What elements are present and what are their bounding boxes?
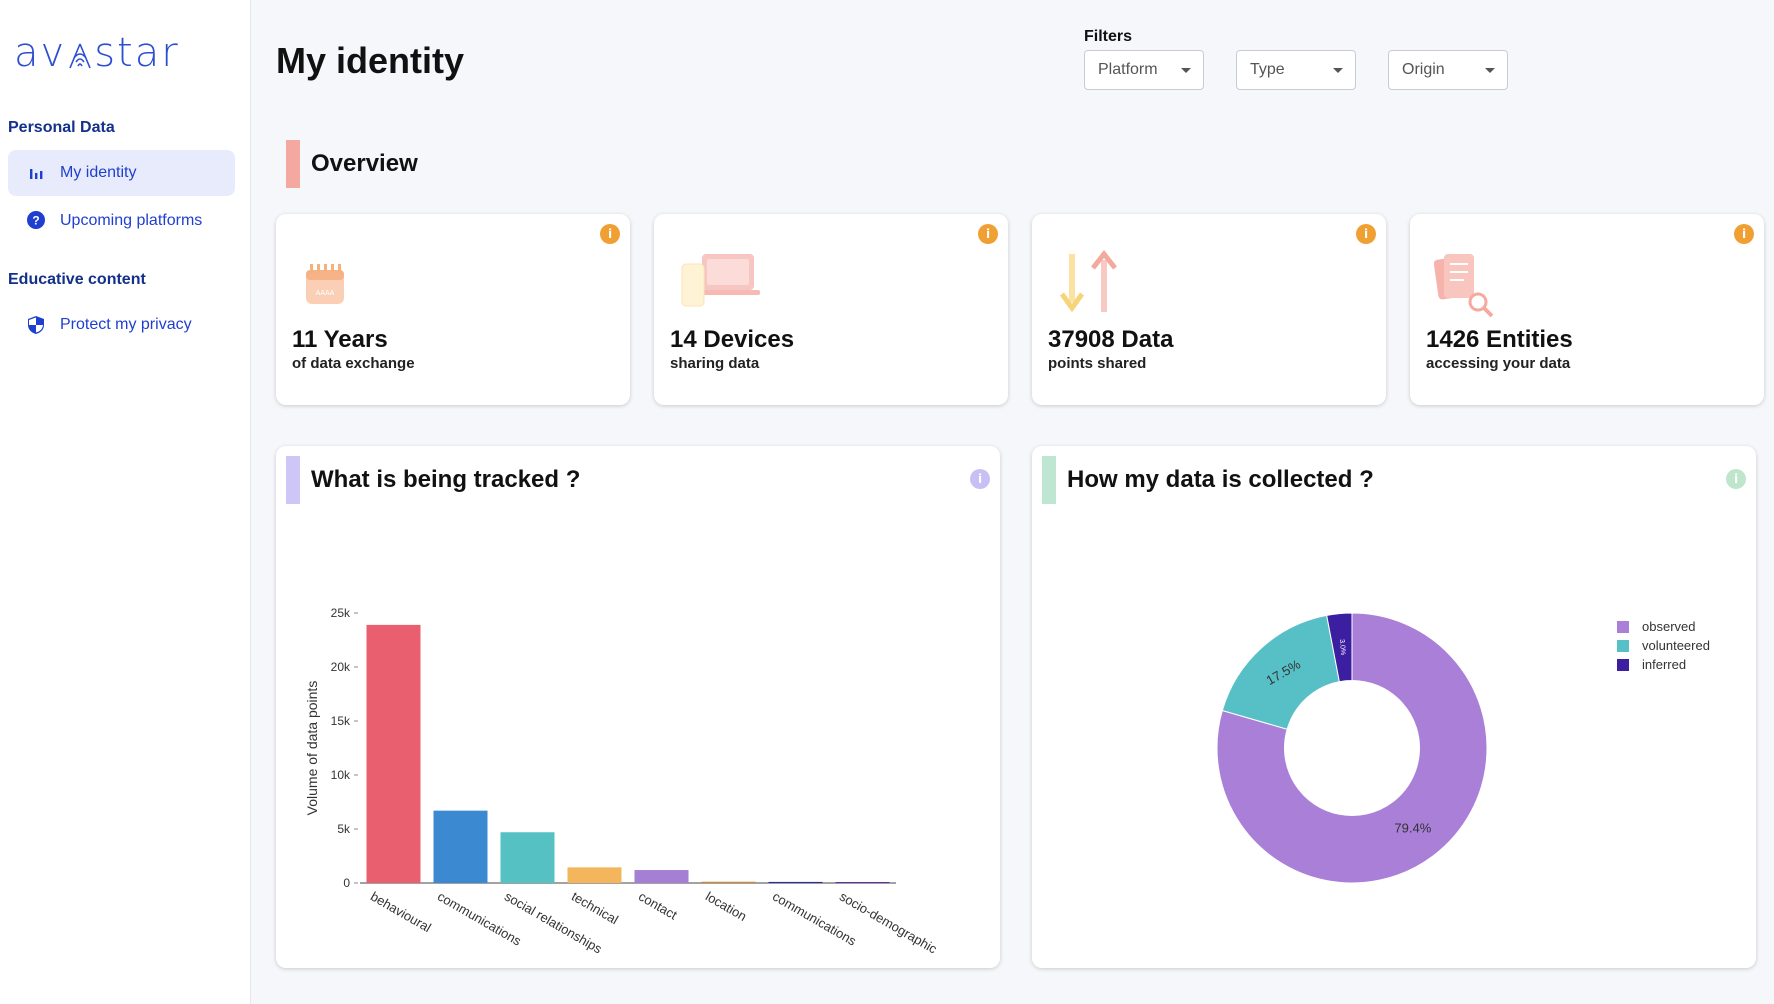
help-circle-icon: ? [26, 211, 46, 231]
bar[interactable] [634, 870, 689, 883]
bar[interactable] [500, 832, 555, 883]
bar-chart: 0 5k 10k 15k 20k 25k Volume of data points beha… [304, 606, 940, 957]
info-icon[interactable]: i [600, 224, 620, 244]
y-tick-label: 10k [331, 768, 351, 782]
bar[interactable] [835, 882, 890, 884]
y-tick-label: 25k [331, 606, 351, 620]
tracked-card: What is being tracked ? i 0 5k 10k 15k 20k 25… [276, 446, 1000, 968]
y-tick-label: 0 [343, 876, 350, 890]
y-tick-label: 15k [331, 714, 351, 728]
slice-label: 79.4% [1394, 820, 1431, 835]
sidebar-item-label: Upcoming platforms [60, 212, 203, 229]
sidebar: av star Personal Data My identity ? Upco… [0, 0, 251, 1004]
bar-chart-icon [26, 163, 46, 183]
calendar-icon: AAAA [300, 250, 390, 320]
bar[interactable] [701, 881, 756, 883]
y-axis-label: Volume of data points [304, 681, 320, 816]
caret-down-icon [1485, 67, 1495, 73]
x-tick-label: contact [636, 889, 680, 923]
select-value: Type [1250, 61, 1285, 78]
bar[interactable] [433, 810, 488, 883]
stat-value: 37908 Data [1048, 326, 1174, 353]
origin-select[interactable]: Origin [1388, 50, 1508, 90]
stat-value: 14 Devices [670, 326, 795, 353]
shield-icon [26, 315, 46, 335]
section-educative-content: Educative content [8, 271, 146, 288]
stat-value: 1426 Entities [1426, 326, 1573, 353]
caret-down-icon [1181, 67, 1191, 73]
logo-text: av [14, 30, 67, 76]
legend-swatch [1617, 640, 1629, 652]
legend-label[interactable]: inferred [1642, 657, 1686, 672]
x-tick-label: behavioural [368, 889, 434, 936]
arrows-exchange-icon [1056, 249, 1146, 320]
legend-label[interactable]: observed [1642, 619, 1695, 634]
x-tick-label: location [703, 889, 749, 924]
document-search-icon [1433, 250, 1524, 320]
fingerprint-icon [67, 34, 93, 69]
overview-header: Overview [286, 140, 418, 188]
donut-chart: 79.4%17.5%3.0%observedvolunteeredinferre… [1216, 612, 1710, 884]
stat-card-entities: i 1426 Entities accessing your data [1410, 214, 1764, 405]
info-icon[interactable]: i [978, 224, 998, 244]
y-tick-label: 20k [331, 660, 351, 674]
stat-card-years: AAAA i 11 Years of data exchange [276, 214, 630, 405]
stat-card-data-points: i 37908 Data points shared [1032, 214, 1386, 405]
legend-swatch [1617, 621, 1629, 633]
filters-label: Filters [1084, 28, 1133, 45]
page-title: My identity [276, 40, 465, 81]
sidebar-item-label: Protect my privacy [60, 316, 192, 333]
caret-down-icon [1333, 67, 1343, 73]
stat-caption: of data exchange [292, 355, 415, 372]
slice-label: 3.0% [1338, 639, 1346, 656]
stat-caption: accessing your data [1426, 355, 1571, 372]
svg-text:AAAA: AAAA [316, 290, 335, 297]
accent-bar [286, 140, 300, 188]
bar[interactable] [567, 867, 622, 883]
select-value: Origin [1402, 61, 1445, 78]
collected-card: How my data is collected ? i 79.4% 17.5% 3… [1032, 446, 1756, 968]
avastar-logo[interactable]: av star [14, 30, 180, 76]
y-tick-label: 5k [337, 822, 351, 836]
section-personal-data: Personal Data [8, 119, 115, 136]
info-icon[interactable]: i [1356, 224, 1376, 244]
legend-label[interactable]: volunteered [1642, 638, 1710, 653]
svg-text:?: ? [32, 214, 39, 228]
stat-value: 11 Years [292, 326, 388, 353]
sidebar-item-label: My identity [60, 164, 137, 181]
bar[interactable] [768, 881, 823, 884]
legend-swatch [1617, 659, 1629, 671]
stat-card-devices: i 14 Devices sharing data [654, 214, 1008, 405]
type-select[interactable]: Type [1236, 50, 1356, 90]
stat-caption: points shared [1048, 355, 1147, 372]
select-value: Platform [1098, 61, 1158, 78]
bar[interactable] [366, 624, 421, 883]
sidebar-item-my-identity[interactable]: My identity [8, 150, 235, 196]
overview-title: Overview [311, 150, 418, 177]
x-tick-label: technical [569, 889, 621, 928]
info-icon[interactable]: i [1734, 224, 1754, 244]
platform-select[interactable]: Platform [1084, 50, 1204, 90]
stat-caption: sharing data [670, 355, 760, 372]
devices-icon [678, 250, 768, 320]
sidebar-item-protect-my-privacy[interactable]: Protect my privacy [8, 302, 235, 348]
sidebar-item-upcoming-platforms[interactable]: ? Upcoming platforms [8, 198, 235, 244]
